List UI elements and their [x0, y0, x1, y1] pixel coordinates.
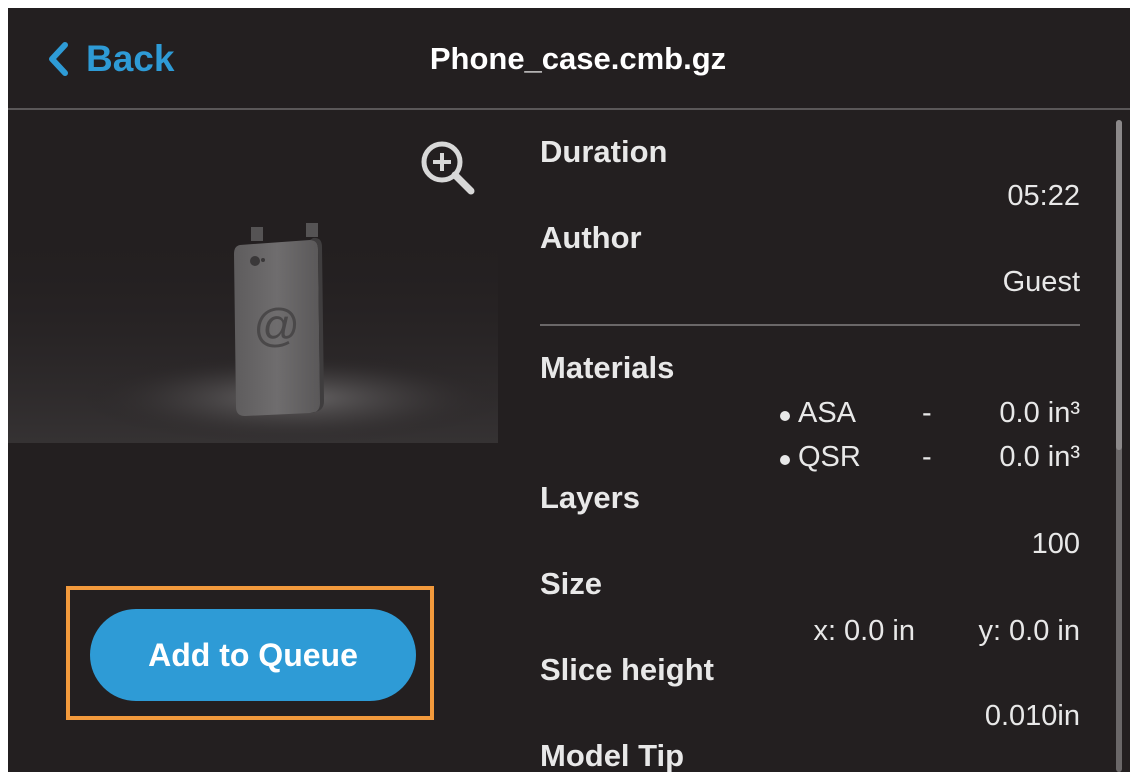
size-label: Size [540, 566, 603, 601]
zoom-in-icon[interactable] [416, 136, 480, 200]
duration-value: 05:22 [1007, 180, 1080, 212]
details-panel[interactable]: Duration 05:22 Author Guest Materials AS… [540, 110, 1080, 772]
slice-height-value: 0.010in [984, 700, 1080, 732]
material-row-asa: ASA - 0.0 in³ [780, 397, 1080, 433]
scrollbar-thumb[interactable] [1116, 120, 1122, 450]
bullet-icon [780, 455, 790, 465]
author-label: Author [540, 220, 642, 255]
material-separator: - [922, 397, 932, 429]
file-title: Phone_case.cmb.gz [429, 41, 727, 76]
details-scrollbar[interactable] [1116, 120, 1122, 772]
section-divider [540, 324, 1080, 326]
size-x-value: x: 0.0 in [813, 615, 915, 647]
layers-value: 100 [1031, 528, 1080, 560]
material-amount: 0.0 in³ [999, 397, 1080, 429]
author-value: Guest [1002, 266, 1080, 298]
add-to-queue-button[interactable]: Add to Queue [90, 609, 416, 701]
size-y-value: y: 0.0 in [978, 615, 1080, 647]
material-separator: - [922, 441, 932, 473]
file-details-screen: Back Phone_case.cmb.gz @ Add to Queue Du… [8, 8, 1130, 772]
material-name: QSR [798, 441, 861, 473]
slice-height-label: Slice height [540, 652, 714, 687]
case-logo: @ [253, 299, 300, 351]
header-bar: Back Phone_case.cmb.gz [8, 8, 1130, 110]
material-amount: 0.0 in³ [999, 441, 1080, 473]
material-name: ASA [798, 397, 857, 429]
phone-case-model: @ [234, 223, 324, 416]
material-row-qsr: QSR - 0.0 in³ [780, 441, 1080, 477]
model-tip-label: Model Tip [540, 738, 685, 772]
duration-label: Duration [540, 134, 668, 169]
bullet-icon [780, 411, 790, 421]
materials-label: Materials [540, 350, 675, 385]
layers-label: Layers [540, 480, 640, 515]
